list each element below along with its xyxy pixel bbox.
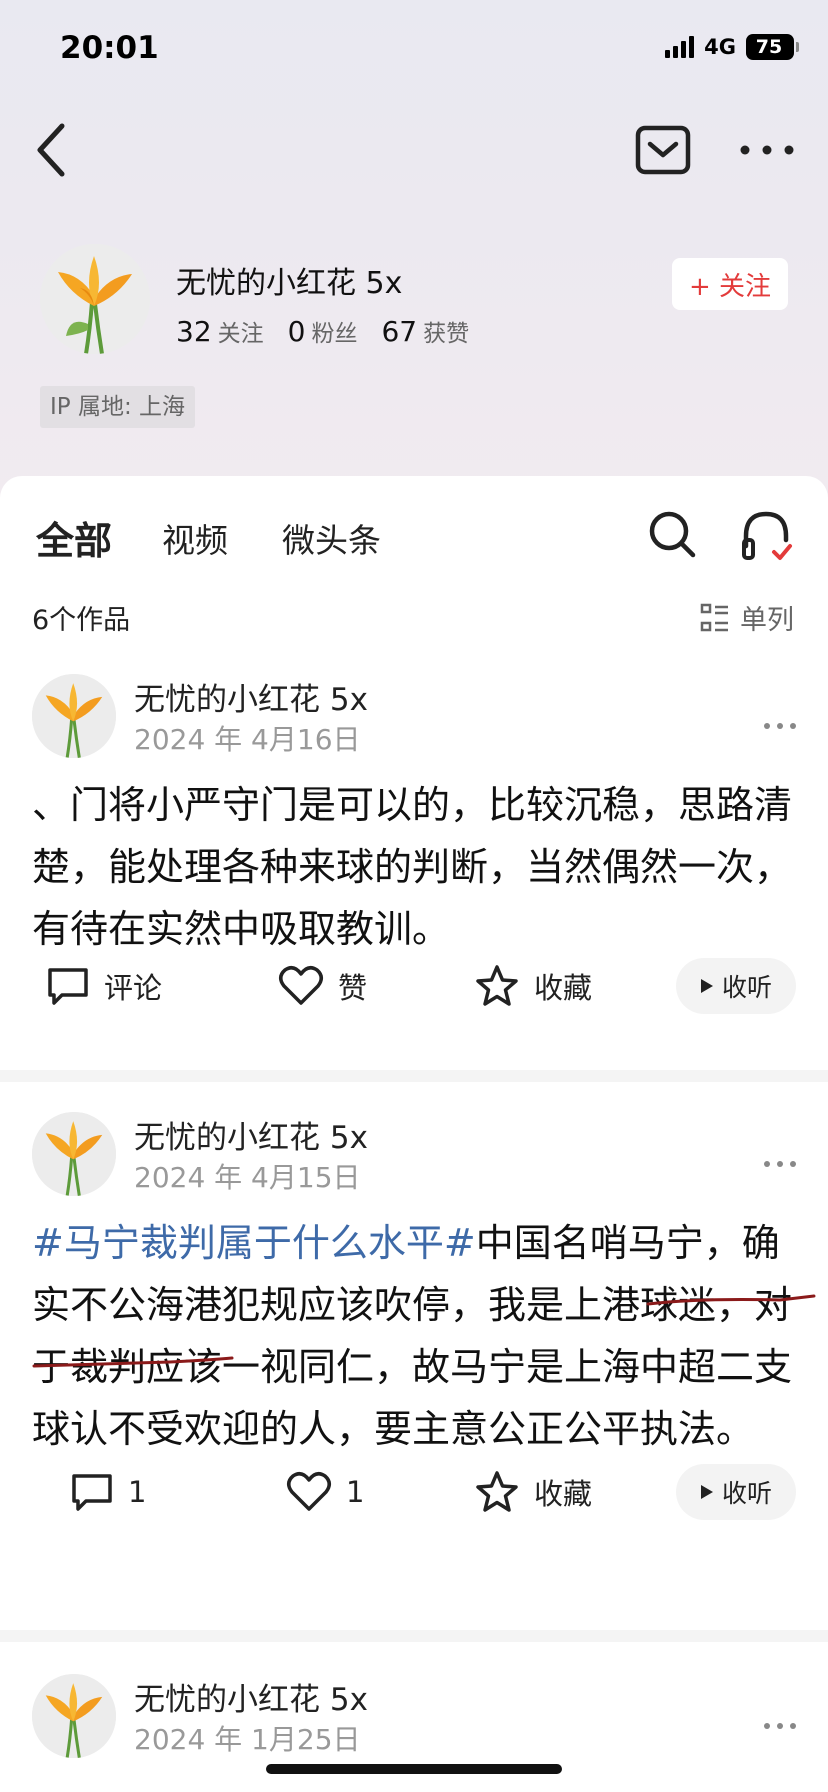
status-time: 20:01 — [60, 30, 159, 66]
likes-count: 67 — [381, 315, 418, 348]
post-author-avatar[interactable] — [32, 1674, 116, 1758]
post-text[interactable]: #马宁裁判属于什么水平#中国名哨马宁，确实不公海港犯规应该吹停，我是上港球迷，对… — [32, 1212, 802, 1460]
content-tabs: 全部 视频 微头条 — [0, 476, 828, 602]
like-button[interactable]: 1 — [286, 1462, 364, 1522]
post-more-icon[interactable] — [762, 1158, 798, 1170]
status-bar: 20:01 4G 75 — [0, 0, 828, 100]
listen-label: 收听 — [721, 1479, 772, 1508]
ip-location-tag: IP 属地: 上海 — [40, 386, 196, 428]
home-indicator[interactable] — [266, 1764, 562, 1774]
heart-icon — [287, 1472, 331, 1511]
post-date: 2024 年 1月25日 — [134, 1723, 361, 1756]
post-author-name[interactable]: 无忧的小红花 5x — [134, 1674, 368, 1719]
tab-micro-headline[interactable]: 微头条 — [282, 514, 381, 562]
fans-count: 0 — [287, 315, 306, 348]
list-view-icon — [700, 603, 728, 631]
comment-button[interactable]: 评论 — [46, 956, 162, 1016]
post-author-name[interactable]: 无忧的小红花 5x — [134, 674, 368, 719]
post-actions: 1 1 收藏 收听 — [0, 1462, 828, 1522]
play-icon — [700, 979, 713, 993]
post-author-name[interactable]: 无忧的小红花 5x — [134, 1112, 368, 1157]
profile-avatar[interactable] — [40, 244, 150, 354]
search-icon[interactable] — [646, 508, 698, 560]
tulip-avatar-image — [32, 1674, 116, 1758]
post-divider — [0, 1630, 828, 1642]
follow-button[interactable]: + 关注 — [672, 258, 788, 310]
view-mode-toggle[interactable]: 单列 — [700, 598, 794, 637]
headphone-icon[interactable] — [738, 506, 794, 564]
collect-button[interactable]: 收藏 — [474, 1462, 592, 1522]
post-hashtag[interactable]: #马宁裁判属于什么水平# — [32, 1221, 476, 1265]
fans-label: 粉丝 — [311, 321, 358, 347]
like-label: 赞 — [338, 971, 368, 1005]
post-card[interactable]: 无忧的小红花 5x 2024 年 1月25日 — [0, 1674, 828, 1792]
following-count: 32 — [176, 315, 212, 348]
view-mode-label: 单列 — [740, 605, 794, 636]
listen-label: 收听 — [721, 973, 772, 1002]
like-button[interactable]: 赞 — [278, 956, 367, 1016]
tab-video[interactable]: 视频 — [162, 514, 228, 562]
tulip-avatar-image — [32, 1112, 116, 1196]
tab-all[interactable]: 全部 — [36, 510, 112, 565]
likes-label: 获赞 — [423, 321, 470, 347]
status-indicators: 4G 75 — [665, 34, 799, 60]
post-text[interactable]: 、门将小严守门是可以的，比较沉稳，思路清楚，能处理各种来球的判断，当然偶然一次，… — [32, 774, 802, 960]
tulip-avatar-image — [40, 244, 150, 354]
network-type: 4G — [704, 35, 736, 59]
battery-cap — [796, 42, 799, 52]
cellular-signal-icon — [665, 36, 695, 58]
post-author-avatar[interactable] — [32, 1112, 116, 1196]
post-more-icon[interactable] — [762, 1720, 798, 1732]
post-author-avatar[interactable] — [32, 674, 116, 758]
profile-name: 无忧的小红花 5x — [176, 266, 403, 301]
listen-button[interactable]: 收听 — [676, 958, 796, 1014]
post-actions: 评论 赞 收藏 收听 — [0, 956, 828, 1016]
post-divider — [0, 1070, 828, 1082]
star-icon — [476, 965, 518, 1006]
post-card[interactable]: 无忧的小红花 5x 2024 年 4月15日 #马宁裁判属于什么水平#中国名哨马… — [0, 1112, 828, 1522]
post-date: 2024 年 4月15日 — [134, 1161, 361, 1194]
more-options-icon[interactable] — [734, 130, 800, 170]
collect-button[interactable]: 收藏 — [474, 956, 592, 1016]
message-icon[interactable] — [634, 122, 692, 178]
following-stat[interactable]: 32 关注 — [176, 314, 264, 348]
following-label: 关注 — [217, 321, 264, 347]
content-panel: 全部 视频 微头条 6个作品 单列 无忧的小红花 5x 2024 年 4月16日… — [0, 476, 828, 1792]
comment-count: 1 — [128, 1475, 147, 1509]
follow-button-label: + 关注 — [688, 271, 772, 302]
comment-label: 评论 — [104, 971, 163, 1005]
tulip-avatar-image — [32, 674, 116, 758]
top-nav — [0, 110, 828, 190]
collect-label: 收藏 — [534, 971, 593, 1005]
post-more-icon[interactable] — [762, 720, 798, 732]
profile-stats: 32 关注 0 粉丝 67 获赞 — [176, 314, 469, 348]
likes-stat[interactable]: 67 获赞 — [381, 314, 469, 348]
listen-button[interactable]: 收听 — [676, 1464, 796, 1520]
comment-button[interactable]: 1 — [70, 1462, 146, 1522]
works-count: 6个作品 — [32, 605, 131, 636]
comment-icon — [48, 968, 88, 1005]
battery-percent: 75 — [755, 36, 783, 58]
post-card[interactable]: 无忧的小红花 5x 2024 年 4月16日 、门将小严守门是可以的，比较沉稳，… — [0, 674, 828, 1028]
star-icon — [476, 1471, 518, 1512]
heart-icon — [279, 966, 323, 1005]
play-icon — [700, 1485, 713, 1499]
post-date: 2024 年 4月16日 — [134, 723, 361, 756]
like-count: 1 — [346, 1475, 365, 1509]
fans-stat[interactable]: 0 粉丝 — [288, 314, 358, 348]
battery-icon: 75 — [746, 34, 799, 60]
back-arrow-icon[interactable] — [30, 118, 74, 182]
comment-icon — [72, 1474, 112, 1511]
collect-label: 收藏 — [534, 1477, 593, 1511]
